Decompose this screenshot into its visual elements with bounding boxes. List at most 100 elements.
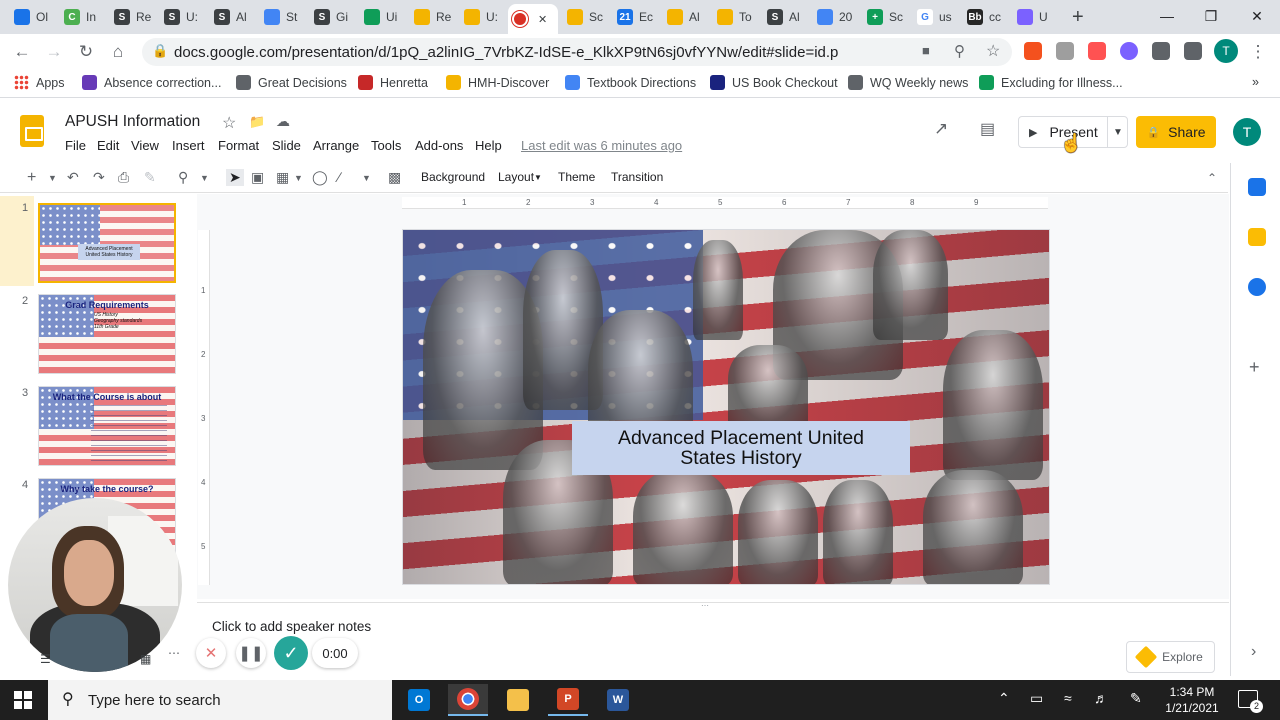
explore-button[interactable]: Explore [1126,641,1215,673]
select-cursor-icon[interactable]: ➤ [226,169,244,186]
bookmark-item[interactable]: Henretta [358,75,428,90]
menu-format[interactable]: Format [218,138,259,153]
move-folder-icon[interactable]: 📁 [249,114,265,130]
layout-button[interactable]: Layout [498,170,534,184]
browser-tab[interactable]: ✕ [508,4,558,34]
present-dropdown-icon[interactable]: ▼ [1107,117,1128,147]
menu-file[interactable]: File [65,138,86,153]
add-addon-icon[interactable]: + [1249,357,1260,378]
bookmark-item[interactable]: Great Decisions [236,75,347,90]
new-slide-icon[interactable]: + [27,169,36,187]
browser-tab[interactable]: U: [458,6,505,28]
back-icon[interactable]: ← [10,40,34,64]
slide-thumbnail-1[interactable]: Advanced Placement United States History [37,202,177,284]
bookmark-item[interactable]: Absence correction... [82,75,221,90]
browser-tab[interactable]: 20 [811,6,858,28]
browser-tab[interactable]: S Gi [308,6,355,28]
forward-icon[interactable]: → [42,40,66,64]
bookmark-item[interactable]: HMH-Discover [446,75,549,90]
bookmark-star-icon[interactable]: ☆ [986,41,1000,61]
zoom-icon[interactable]: ⚲ [178,169,188,186]
battery-icon[interactable]: ▭ [1030,690,1043,707]
notes-resize-handle[interactable]: ⋯ [701,601,710,610]
taskbar-outlook[interactable]: O [399,684,439,716]
browser-tab[interactable]: C In [58,6,105,28]
current-slide[interactable]: Advanced Placement United States History [402,229,1050,585]
taskbar-word[interactable]: W [598,684,638,716]
menu-help[interactable]: Help [475,138,502,153]
redo-icon[interactable]: ↷ [93,169,105,186]
browser-tab[interactable]: S Al [761,6,808,28]
browser-tab[interactable]: Sc [561,6,608,28]
recorder-grid-icon[interactable]: ☰ [40,652,51,666]
taskbar-search-box[interactable]: ⚲ Type here to search [48,680,392,720]
bookmark-item[interactable]: US Book Checkout [710,75,838,90]
image-dropdown-icon[interactable]: ▼ [294,173,303,183]
browser-tab[interactable]: To [711,6,758,28]
text-box-icon[interactable]: ▣ [251,169,264,186]
collapse-toolbar-icon[interactable]: ⌃ [1207,171,1217,185]
transition-button[interactable]: Transition [611,170,663,184]
clock[interactable]: 1:34 PM 1/21/2021 [1160,684,1224,716]
wifi-icon[interactable]: ≈ [1064,690,1072,706]
bookmark-item[interactable]: WQ Weekly news [848,75,968,90]
browser-tab[interactable]: S Al [208,6,255,28]
extension-icon[interactable] [1088,42,1106,60]
image-icon[interactable]: ▦ [276,169,289,186]
user-avatar[interactable]: T [1233,118,1261,146]
browser-tab[interactable]: Re [408,6,455,28]
browser-tab[interactable]: + Sc [861,6,908,28]
speaker-notes-input[interactable]: Click to add speaker notes [212,619,371,634]
taskbar-powerpoint[interactable]: P [548,684,588,716]
layout-dropdown-icon[interactable]: ▼ [534,173,542,182]
share-button[interactable]: 🔒 Share [1136,116,1216,148]
theme-button[interactable]: Theme [558,170,595,184]
tab-close-icon[interactable]: ✕ [538,13,547,26]
bookmark-item[interactable]: Textbook Directions [565,75,696,90]
bookmarks-more[interactable]: » [1252,75,1259,89]
menu-tools[interactable]: Tools [371,138,401,153]
add-comment-icon[interactable]: ▩ [388,169,401,186]
browser-tab[interactable]: 21 Ec [611,6,658,28]
slide-title-box[interactable]: Advanced Placement United States History [572,421,910,475]
media-icon[interactable] [1184,42,1202,60]
menu-view[interactable]: View [131,138,159,153]
pen-icon[interactable]: ✎ [1130,690,1142,707]
notifications-icon[interactable]: 2 [1238,690,1263,713]
shape-icon[interactable]: ◯ [312,169,328,186]
line-dropdown-icon[interactable]: ▼ [362,173,371,183]
taskbar-file-explorer[interactable] [498,684,538,716]
browser-tab[interactable]: S Re [108,6,155,28]
print-icon[interactable]: ⎙ [118,169,129,186]
minimize-button[interactable]: — [1144,0,1190,32]
recorder-more-icon[interactable]: ⋯ [162,639,186,667]
url-text[interactable]: docs.google.com/presentation/d/1pQ_a2lin… [174,44,838,61]
new-tab-button[interactable]: + [1066,6,1090,28]
recorder-done-icon[interactable]: ✓ [274,636,308,670]
activity-dashboard-icon[interactable]: ↗ [934,119,948,139]
taskbar-chrome[interactable] [448,684,488,716]
star-icon[interactable]: ☆ [222,113,236,133]
menu-insert[interactable]: Insert [172,138,205,153]
browser-tab[interactable]: Al [661,6,708,28]
camera-icon[interactable]: ■ [922,43,930,58]
keep-icon[interactable] [1248,228,1266,246]
menu-add-ons[interactable]: Add-ons [415,138,463,153]
comments-icon[interactable]: ▤ [980,119,995,139]
line-icon[interactable]: ∕ [338,169,340,185]
browser-tab[interactable]: Bb cc [961,6,1008,28]
background-button[interactable]: Background [421,170,485,184]
more-menu-icon[interactable]: ⋮ [1246,40,1270,64]
slide-thumbnail-2[interactable]: Grad Requirements US History Geography s… [38,294,176,374]
zoom-icon[interactable]: ⚲ [954,42,965,60]
extension-icon[interactable] [1056,42,1074,60]
bookmark-item[interactable]: Excluding for Illness... [979,75,1123,90]
browser-tab[interactable]: U [1011,6,1058,28]
recorder-pause-icon[interactable]: ❚❚ [236,638,266,668]
zoom-dropdown-icon[interactable]: ▼ [200,173,209,183]
extension-icon[interactable] [1120,42,1138,60]
calendar-icon[interactable] [1248,178,1266,196]
volume-icon[interactable]: ♬ [1094,690,1108,706]
browser-tab[interactable]: Gus [911,6,958,28]
tray-chevron-icon[interactable]: ⌃ [998,690,1010,707]
